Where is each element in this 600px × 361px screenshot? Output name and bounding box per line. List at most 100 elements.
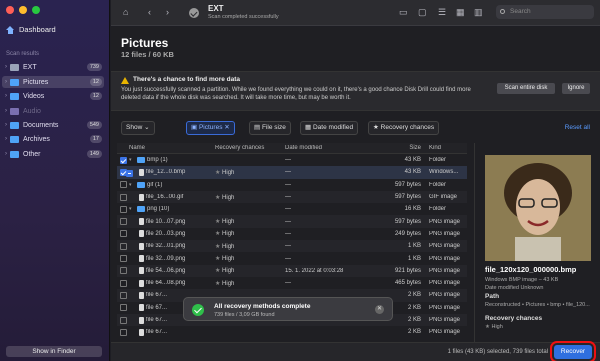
sidebar-item-dashboard[interactable]: Dashboard: [6, 25, 56, 34]
chevron-right-icon[interactable]: ›: [2, 93, 10, 99]
chevron-right-icon[interactable]: ›: [2, 122, 10, 128]
sidebar-item-ext[interactable]: › EXT 739: [2, 61, 104, 73]
count-badge: 17: [89, 135, 102, 143]
row-checkbox[interactable]: [119, 193, 127, 201]
recovery-chance: High: [222, 243, 235, 250]
columns-view-icon[interactable]: ▥: [474, 7, 483, 18]
home-icon[interactable]: ⌂: [123, 7, 128, 17]
sidebar-item-other[interactable]: › Other 149: [2, 148, 104, 160]
file-kind: PNG image: [429, 317, 461, 323]
row-checkbox[interactable]: [119, 255, 127, 263]
row-checkbox[interactable]: [119, 267, 127, 275]
row-checkbox[interactable]: [119, 218, 127, 226]
star-icon: ★: [215, 243, 223, 250]
row-checkbox[interactable]: [119, 168, 127, 176]
folder-row[interactable]: ▾ bmp (1) — 43 KB Folder: [117, 154, 467, 166]
row-checkbox[interactable]: [119, 316, 127, 324]
file-row[interactable]: file 20...03.png ★ High — 249 bytes PNG imag…: [117, 228, 467, 240]
column-header-date[interactable]: Date modified: [285, 145, 375, 151]
file-row[interactable]: file_12...0.bmp ★ High — 43 KB Windows...: [117, 166, 467, 179]
sidebar-item-audio[interactable]: › Audio: [2, 105, 104, 117]
file-row[interactable]: file 67... 2 KB PNG image: [117, 326, 467, 338]
file-row[interactable]: file_16...00.gif ★ High — 597 bytes GIF imag…: [117, 190, 467, 204]
show-in-finder-button[interactable]: Show in Finder: [6, 346, 102, 357]
disclosure-triangle-icon[interactable]: ▾: [129, 157, 135, 163]
preview-type-size: Windows BMP image – 43 KB: [485, 277, 559, 283]
file-size: 597 bytes: [394, 194, 421, 201]
row-checkbox[interactable]: [119, 242, 127, 250]
show-filter-button[interactable]: Show ⌄: [121, 121, 155, 135]
recover-button[interactable]: Recover: [550, 341, 596, 361]
file-icon: [139, 291, 144, 299]
chevron-right-icon[interactable]: ›: [2, 108, 10, 114]
file-kind: Windows...: [429, 169, 459, 176]
file-size-icon: ▤: [254, 124, 261, 131]
file-icon: [139, 168, 144, 176]
preview-panel: file_120x120_000000.bmp Windows BMP imag…: [474, 143, 600, 361]
sidebar-item-videos[interactable]: › Videos 12: [2, 90, 104, 102]
chevron-right-icon[interactable]: ›: [2, 151, 10, 157]
column-header-size[interactable]: Size: [375, 145, 425, 151]
column-header-kind[interactable]: Kind: [425, 145, 467, 151]
count-badge: 12: [89, 92, 102, 100]
videos-icon: [10, 92, 19, 100]
folder-row[interactable]: ▾ png (10) — 16 KB Folder: [117, 203, 467, 215]
pictures-filter-chip[interactable]: ▣ Pictures ✕: [186, 121, 235, 135]
date-modified-filter-button[interactable]: ▦ Date modified: [300, 121, 359, 135]
minimize-window-button[interactable]: [19, 6, 27, 14]
row-checkbox[interactable]: [119, 304, 127, 312]
file-icon: [139, 230, 144, 238]
row-checkbox[interactable]: [119, 328, 127, 336]
sidebar-item-documents[interactable]: › Documents 549: [2, 119, 104, 131]
sidebar-item-pictures[interactable]: › Pictures 12: [2, 76, 104, 88]
sidebar-item-label: Documents: [23, 121, 59, 129]
back-icon[interactable]: ‹: [148, 7, 151, 17]
row-checkbox[interactable]: [119, 181, 127, 189]
select-all-checkbox[interactable]: [125, 169, 133, 177]
column-header-name[interactable]: Name: [129, 145, 215, 151]
list-view-icon[interactable]: ☰: [438, 7, 446, 18]
scan-entire-disk-button[interactable]: Scan entire disk: [497, 83, 555, 94]
close-toast-icon[interactable]: ✕: [375, 305, 384, 314]
preview-recovery-value: ★ High: [485, 324, 503, 330]
banner-text: You just successfully scanned a partitio…: [121, 87, 471, 101]
folder-row[interactable]: ▾ gif (1) — 597 bytes Folder: [117, 179, 467, 191]
file-name: gif (1): [147, 181, 163, 188]
file-row[interactable]: file 32...09.png ★ High — 1 KB PNG image: [117, 252, 467, 264]
file-name: png (10): [147, 206, 170, 213]
grid-view-icon[interactable]: ▦: [456, 7, 465, 18]
document-icon[interactable]: ▭: [399, 7, 408, 18]
row-checkbox[interactable]: [119, 156, 127, 164]
file-row[interactable]: file 32...01.png ★ High — 1 KB PNG image: [117, 240, 467, 253]
disclosure-triangle-icon[interactable]: ▾: [129, 182, 135, 188]
row-checkbox[interactable]: [119, 230, 127, 238]
chevron-right-icon[interactable]: ›: [2, 136, 10, 142]
chevron-right-icon[interactable]: ›: [2, 79, 10, 85]
file-kind: PNG image: [429, 230, 461, 237]
scan-complete-icon: [189, 8, 199, 18]
chevron-right-icon[interactable]: ›: [2, 64, 10, 70]
row-checkbox[interactable]: [119, 291, 127, 299]
date-modified: —: [285, 218, 291, 225]
column-header-recovery[interactable]: Recovery chances: [215, 145, 285, 151]
file-row[interactable]: file 54...06.png ★ High 15. 1. 2022 at 0:0…: [117, 264, 467, 277]
reset-all-link[interactable]: Reset all: [565, 124, 590, 131]
sidebar-item-archives[interactable]: › Archives 17: [2, 133, 104, 145]
disclosure-triangle-icon[interactable]: ▾: [129, 206, 135, 212]
recovery-chances-filter-button[interactable]: ★ Recovery chances: [368, 121, 440, 135]
row-checkbox[interactable]: [119, 205, 127, 213]
folder-icon[interactable]: ▢: [418, 7, 427, 18]
file-row[interactable]: file 64...08.png ★ High — 465 bytes PNG imag…: [117, 277, 467, 289]
file-size-filter-button[interactable]: ▤ File size: [249, 121, 291, 135]
remove-filter-icon[interactable]: ✕: [224, 124, 229, 131]
file-row[interactable]: file 10...07.png ★ High — 597 bytes PNG imag…: [117, 215, 467, 228]
row-checkbox[interactable]: [119, 279, 127, 287]
ignore-button[interactable]: Ignore: [562, 83, 590, 94]
file-icon: [139, 255, 144, 263]
forward-icon[interactable]: ›: [166, 7, 169, 17]
zoom-window-button[interactable]: [32, 6, 40, 14]
count-badge: 739: [86, 63, 102, 71]
close-window-button[interactable]: [6, 6, 14, 14]
file-icon: [139, 193, 144, 201]
search-input[interactable]: Search: [496, 5, 594, 19]
